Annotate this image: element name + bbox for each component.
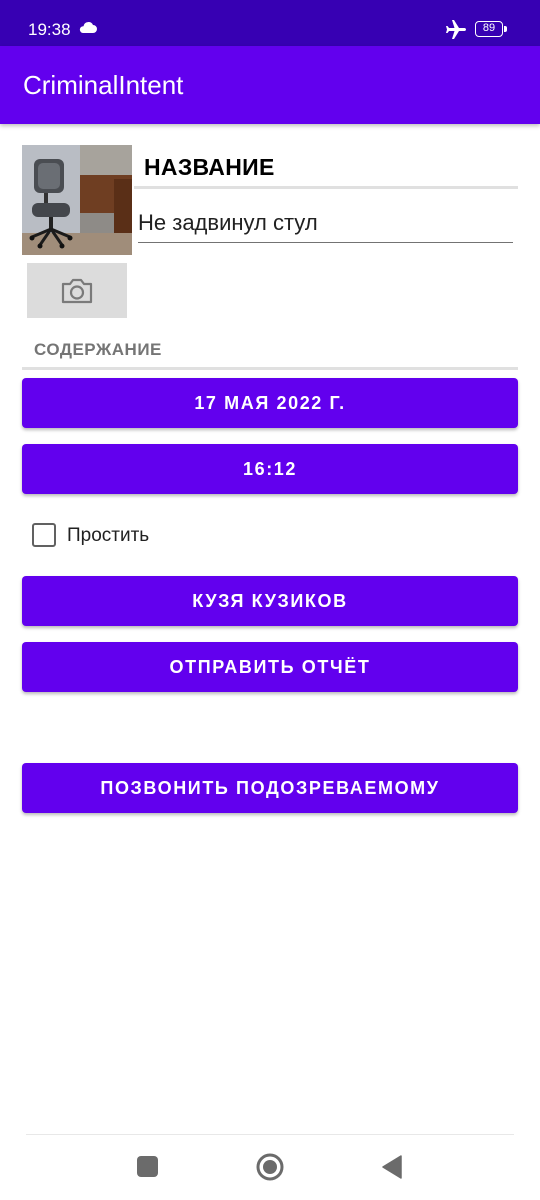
cloud-icon — [79, 22, 97, 33]
solved-checkbox[interactable] — [32, 523, 56, 547]
office-chair-photo — [22, 145, 132, 255]
recents-icon[interactable] — [137, 1156, 158, 1177]
crime-photo[interactable] — [22, 145, 132, 255]
call-suspect-button[interactable]: ПОЗВОНИТЬ ПОДОЗРЕВАЕМОМУ — [22, 763, 518, 813]
title-label: НАЗВАНИЕ — [144, 154, 275, 180]
date-button[interactable]: 17 МАЯ 2022 Г. — [22, 378, 518, 428]
app-title: CriminalIntent — [23, 70, 184, 100]
nav-divider — [26, 1134, 514, 1135]
send-report-button[interactable]: ОТПРАВИТЬ ОТЧЁТ — [22, 642, 518, 692]
status-bar: 19:38 89 — [0, 0, 540, 46]
time-button[interactable]: 16:12 — [22, 444, 518, 494]
back-icon[interactable] — [381, 1155, 403, 1179]
app-bar: CriminalIntent — [0, 46, 540, 124]
camera-icon — [61, 278, 93, 304]
battery-icon: 89 — [475, 21, 507, 37]
camera-button[interactable] — [27, 263, 127, 318]
details-label: СОДЕРЖАНИЕ — [34, 340, 162, 359]
choose-suspect-button[interactable]: КУЗЯ КУЗИКОВ — [22, 576, 518, 626]
battery-level: 89 — [482, 22, 496, 34]
details-divider — [22, 367, 518, 370]
airplane-mode-icon — [446, 20, 466, 39]
crime-title-input[interactable] — [138, 204, 513, 243]
status-time: 19:38 — [28, 20, 71, 39]
home-icon[interactable] — [256, 1153, 284, 1181]
title-divider — [134, 186, 518, 189]
solved-label: Простить — [67, 525, 150, 546]
